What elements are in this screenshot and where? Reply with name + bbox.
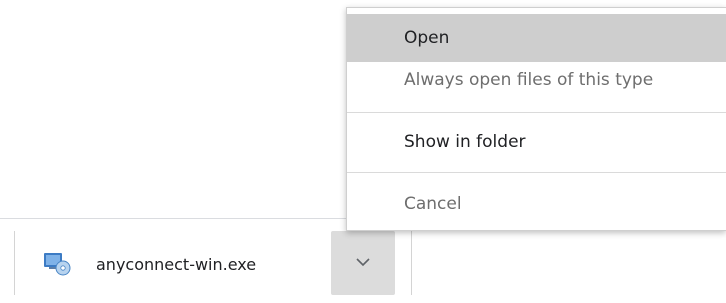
chevron-down-icon [356, 258, 370, 267]
download-context-menu: Open Always open files of this type Show… [346, 7, 726, 231]
menu-item-always-open[interactable]: Always open files of this type [347, 56, 726, 104]
menu-item-open[interactable]: Open [347, 14, 726, 62]
menu-item-show-in-folder[interactable]: Show in folder [347, 118, 726, 166]
installer-exe-icon [43, 251, 71, 277]
download-options-button[interactable] [331, 231, 395, 295]
menu-separator [347, 112, 726, 113]
download-file-name: anyconnect-win.exe [96, 255, 257, 274]
menu-separator [347, 172, 726, 173]
menu-item-cancel[interactable]: Cancel [347, 180, 726, 228]
browser-window: anyconnect-win.exe Open Always open file… [0, 0, 726, 303]
